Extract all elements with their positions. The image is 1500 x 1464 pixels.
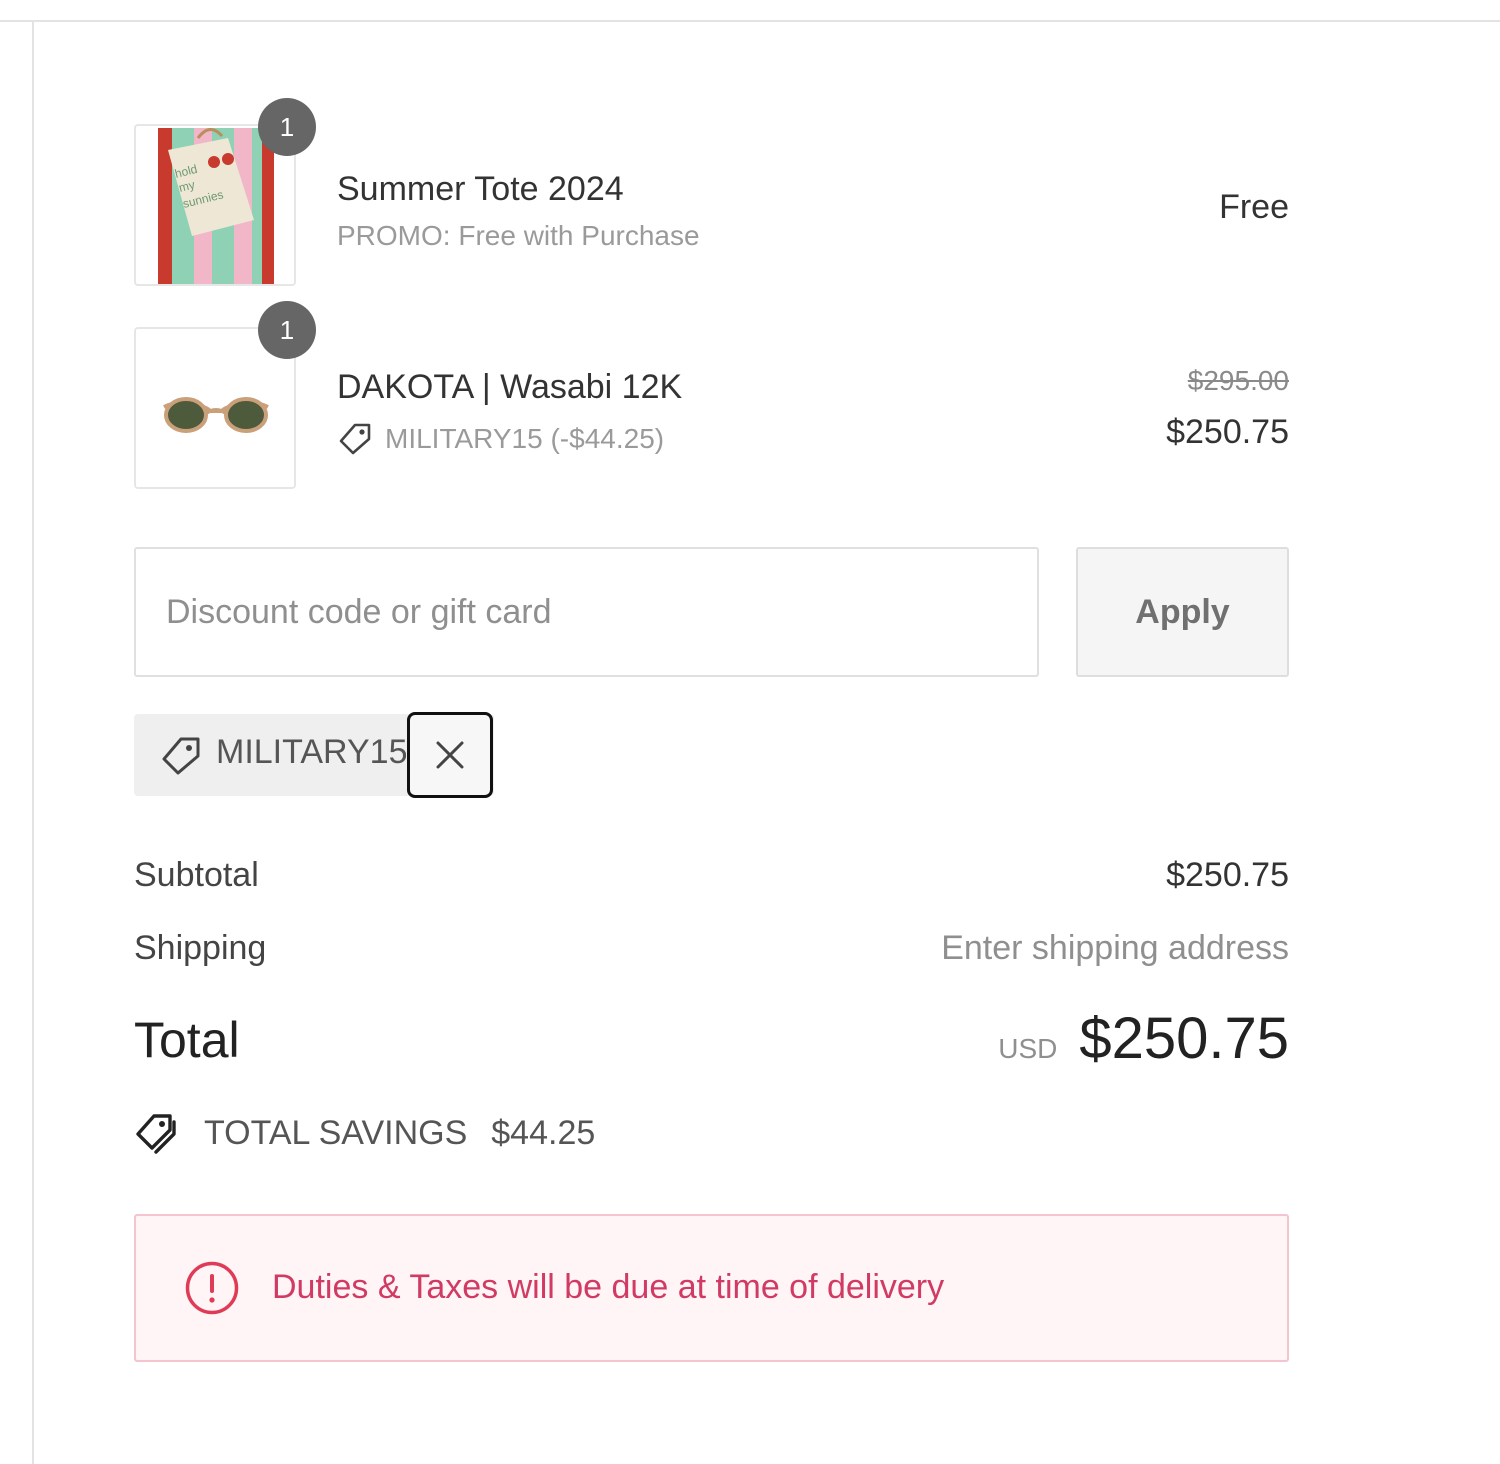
product-thumbnail: 1 (134, 301, 316, 489)
remove-discount-button[interactable] (407, 712, 493, 798)
total-label: Total (134, 1012, 240, 1068)
savings-value: $44.25 (491, 1113, 596, 1152)
shipping-value: Enter shipping address (941, 929, 1289, 967)
discount-code-input[interactable] (134, 547, 1039, 677)
product-title: Summer Tote 2024 (337, 170, 624, 208)
apply-button[interactable]: Apply (1076, 547, 1289, 677)
order-summary: hold my sunnies 1 Summer Tote 2024 PROMO… (134, 0, 1289, 1464)
alert-circle-icon (185, 1261, 239, 1315)
original-price: $295.00 (1187, 365, 1289, 396)
total-savings: TOTAL SAVINGS $44.25 (134, 1110, 595, 1156)
tote-bag-image: hold my sunnies (158, 128, 274, 284)
tag-icon (339, 423, 371, 455)
close-icon (436, 741, 464, 769)
subtotal-label: Subtotal (134, 856, 259, 894)
product-promo: PROMO: Free with Purchase (337, 220, 700, 252)
product-thumbnail: hold my sunnies 1 (134, 98, 316, 286)
applied-discount-chip: MILITARY15 (134, 712, 494, 798)
tags-icon (136, 1114, 176, 1154)
product-discount: MILITARY15 (-$44.25) (337, 421, 664, 457)
quantity-badge: 1 (258, 98, 316, 156)
quantity-badge: 1 (258, 301, 316, 359)
sunglasses-image (158, 331, 274, 487)
product-price: Free (1219, 188, 1289, 226)
subtotal-value: $250.75 (1166, 856, 1289, 894)
notice-text: Duties & Taxes will be due at time of de… (272, 1268, 945, 1306)
tag-icon (162, 737, 200, 775)
applied-code: MILITARY15 (216, 733, 406, 771)
total-value: USD $250.75 (998, 1005, 1289, 1072)
product-title: DAKOTA | Wasabi 12K (337, 368, 683, 406)
duties-notice: Duties & Taxes will be due at time of de… (134, 1214, 1289, 1362)
shipping-label: Shipping (134, 929, 267, 967)
line-item: 1 DAKOTA | Wasabi 12K MILITARY15 (-$44.2… (134, 301, 1289, 493)
currency-code: USD (998, 1033, 1058, 1064)
column-divider (32, 22, 34, 1464)
total-amount: $250.75 (1079, 1006, 1289, 1071)
line-item: hold my sunnies 1 Summer Tote 2024 PROMO… (134, 98, 1289, 290)
savings-label: TOTAL SAVINGS (204, 1113, 468, 1152)
discount-text: MILITARY15 (-$44.25) (385, 423, 665, 454)
promo-text: PROMO: Free with Purchase (337, 220, 700, 251)
product-price: $250.75 (1166, 413, 1289, 451)
